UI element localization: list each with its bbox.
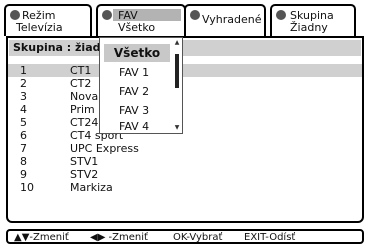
scroll-thumb[interactable] [175,54,179,88]
tab-label: FAV [118,9,138,22]
channel-number: 10 [20,181,34,194]
list-item[interactable]: 6 CT4 sport [8,129,362,142]
channel-name: CT1 [70,64,92,77]
list-item[interactable]: 1 CT1 [8,64,362,77]
dropdown-option-label: FAV 4 [119,120,150,133]
help-bar: ▲▼-Zmeniť ◀▶ -Zmeniť OK-Vybrať EXIT-Odís… [6,229,364,244]
help-ok: OK-Vybrať [173,232,223,243]
channel-list-panel: Skupina : žiad 1 CT1 2 CT2 3 Nova 4 Prim… [6,36,364,223]
channel-number: 8 [20,155,27,168]
channel-name: Nova [70,90,99,103]
channel-name: Markiza [70,181,113,194]
channel-number: 4 [20,103,27,116]
tab-bar: Režim Televízia FAV Všetko Vyhradené Sku… [0,0,368,36]
list-item[interactable]: 4 Prim [8,103,362,116]
tab-indicator-icon [276,10,286,20]
list-item[interactable]: 2 CT2 [8,77,362,90]
scroll-down-icon[interactable]: ▼ [174,125,180,131]
list-item[interactable]: 8 STV1 [8,155,362,168]
list-item[interactable]: 9 STV2 [8,168,362,181]
list-item[interactable]: 3 Nova [8,90,362,103]
list-item[interactable]: 7 UPC Express [8,142,362,155]
tab-indicator-icon [102,10,112,20]
list-item[interactable]: 10 Markiza [8,181,362,194]
help-change-horizontal: ◀▶ -Zmeniť [90,232,148,243]
tab-value: Televízia [16,21,63,34]
channel-number: 6 [20,129,27,142]
channel-number: 9 [20,168,27,181]
channel-name: STV1 [70,155,99,168]
channel-name: STV2 [70,168,99,181]
dropdown-option[interactable]: FAV 3 [100,101,174,120]
dropdown-option[interactable]: FAV 1 [100,63,174,82]
channel-number: 1 [20,64,27,77]
channel-name: CT2 [70,77,92,90]
dropdown-option[interactable]: FAV 2 [100,82,174,101]
channel-number: 2 [20,77,27,90]
list-item[interactable]: 5 CT24 [8,116,362,129]
channel-list: 1 CT1 2 CT2 3 Nova 4 Prim 5 CT24 6 CT4 s… [8,64,362,194]
group-header: Skupina : žiad [9,40,361,56]
tab-skupina[interactable]: Skupina Žiadny [270,4,356,36]
fav-dropdown[interactable]: Všetko FAV 1 FAV 2 FAV 3 FAV 4 ▲ ▼ [99,37,183,134]
tab-label: Režim [22,9,56,22]
tab-value: Všetko [118,21,156,34]
scroll-up-icon[interactable]: ▲ [174,40,180,46]
channel-number: 3 [20,90,27,103]
dropdown-option-label: FAV 3 [119,104,150,117]
tab-vyhradene[interactable]: Vyhradené [184,4,266,36]
help-change-vertical: ▲▼-Zmeniť [14,232,69,243]
channel-number: 5 [20,116,27,129]
tab-fav[interactable]: FAV Všetko [96,4,186,36]
tab-indicator-icon [10,10,20,20]
dropdown-option-selected[interactable]: Všetko [104,44,170,62]
channel-name: Prim [70,103,95,116]
channel-number: 7 [20,142,27,155]
channel-name: UPC Express [70,142,139,155]
dropdown-option[interactable]: FAV 4 [100,119,174,133]
dropdown-scrollbar[interactable]: ▲ ▼ [174,40,180,131]
dropdown-option-label: FAV 2 [119,85,150,98]
tab-value: Žiadny [290,21,328,34]
tab-label: Skupina [290,9,334,22]
channel-name: CT24 [70,116,99,129]
dropdown-option-label: FAV 1 [119,66,150,79]
help-exit: EXIT-Odísť [244,232,296,243]
tab-rezim[interactable]: Režim Televízia [4,4,92,36]
tab-indicator-icon [190,10,200,20]
tab-label: Vyhradené [202,13,262,26]
